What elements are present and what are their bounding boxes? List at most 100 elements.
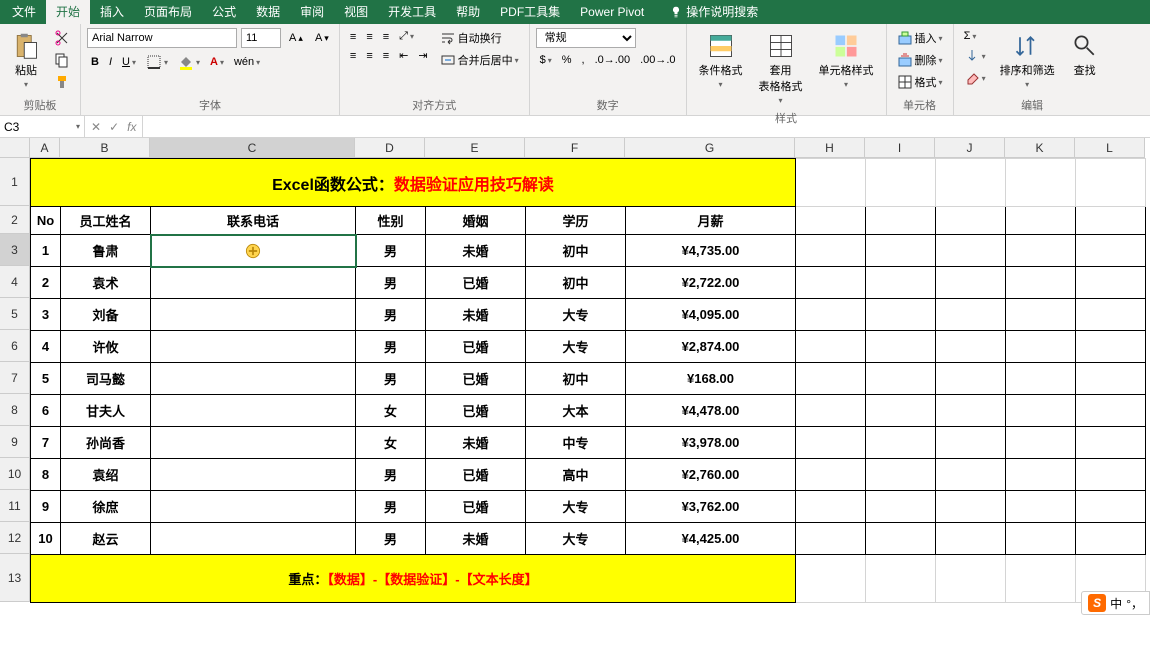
cell[interactable] bbox=[1076, 159, 1146, 207]
column-header-A[interactable]: A bbox=[30, 138, 60, 158]
cell-gender-1[interactable]: 男 bbox=[356, 267, 426, 299]
cell[interactable] bbox=[1076, 395, 1146, 427]
cell-no-8[interactable]: 9 bbox=[31, 491, 61, 523]
cell[interactable] bbox=[796, 491, 866, 523]
row-header-8[interactable]: 8 bbox=[0, 394, 30, 426]
column-header-L[interactable]: L bbox=[1075, 138, 1145, 158]
cell[interactable] bbox=[1076, 491, 1146, 523]
cell-salary-8[interactable]: ¥3,762.00 bbox=[626, 491, 796, 523]
menu-developer[interactable]: 开发工具 bbox=[378, 0, 446, 24]
percent-button[interactable]: % bbox=[558, 52, 576, 68]
menu-insert[interactable]: 插入 bbox=[90, 0, 134, 24]
cell[interactable] bbox=[796, 555, 866, 603]
cell[interactable] bbox=[866, 459, 936, 491]
orientation-button[interactable]: ⤢▾ bbox=[395, 28, 418, 45]
cell-edu-1[interactable]: 初中 bbox=[526, 267, 626, 299]
cell[interactable] bbox=[1006, 235, 1076, 267]
cell-marital-8[interactable]: 已婚 bbox=[426, 491, 526, 523]
cell-no-4[interactable]: 5 bbox=[31, 363, 61, 395]
cell[interactable] bbox=[866, 491, 936, 523]
cell[interactable] bbox=[1006, 523, 1076, 555]
cell[interactable] bbox=[936, 207, 1006, 235]
cell[interactable] bbox=[936, 491, 1006, 523]
cell[interactable] bbox=[936, 267, 1006, 299]
italic-button[interactable]: I bbox=[105, 54, 116, 70]
paste-button[interactable]: 粘贴 ▾ bbox=[6, 28, 46, 93]
column-header-I[interactable]: I bbox=[865, 138, 935, 158]
cell[interactable] bbox=[796, 331, 866, 363]
cell[interactable] bbox=[1076, 299, 1146, 331]
row-header-4[interactable]: 4 bbox=[0, 266, 30, 298]
cell-phone-0[interactable] bbox=[151, 235, 356, 267]
cell[interactable] bbox=[1006, 363, 1076, 395]
align-middle-button[interactable]: ≡ bbox=[362, 28, 376, 45]
cell-marital-3[interactable]: 已婚 bbox=[426, 331, 526, 363]
header-0[interactable]: No bbox=[31, 207, 61, 235]
cell[interactable] bbox=[1076, 459, 1146, 491]
ime-widget[interactable]: S 中 °， bbox=[1081, 591, 1150, 615]
menu-powerpivot[interactable]: Power Pivot bbox=[570, 0, 654, 24]
cell-edu-7[interactable]: 高中 bbox=[526, 459, 626, 491]
cell[interactable] bbox=[1006, 395, 1076, 427]
title-cell[interactable]: Excel函数公式：数据验证应用技巧解读 bbox=[31, 159, 796, 207]
border-button[interactable]: ▾ bbox=[142, 52, 172, 72]
cells-area[interactable]: Excel函数公式：数据验证应用技巧解读No员工姓名联系电话性别婚姻学历月薪1鲁… bbox=[30, 158, 1146, 655]
keynote-cell[interactable]: 重点：【数据】-【数据验证】-【文本长度】 bbox=[31, 555, 796, 603]
cell-phone-5[interactable] bbox=[151, 395, 356, 427]
cell-name-3[interactable]: 许攸 bbox=[61, 331, 151, 363]
cell-no-1[interactable]: 2 bbox=[31, 267, 61, 299]
cell-no-9[interactable]: 10 bbox=[31, 523, 61, 555]
cell[interactable] bbox=[796, 299, 866, 331]
name-box-input[interactable] bbox=[4, 120, 64, 134]
cell[interactable] bbox=[796, 363, 866, 395]
row-header-6[interactable]: 6 bbox=[0, 330, 30, 362]
cell[interactable] bbox=[1076, 331, 1146, 363]
cell-name-0[interactable]: 鲁肃 bbox=[61, 235, 151, 267]
cell[interactable] bbox=[936, 363, 1006, 395]
cell[interactable] bbox=[1076, 523, 1146, 555]
copy-button[interactable] bbox=[50, 50, 74, 70]
row-header-13[interactable]: 13 bbox=[0, 554, 30, 602]
menu-formulas[interactable]: 公式 bbox=[202, 0, 246, 24]
cell-salary-0[interactable]: ¥4,735.00 bbox=[626, 235, 796, 267]
cell-marital-1[interactable]: 已婚 bbox=[426, 267, 526, 299]
cell-phone-1[interactable] bbox=[151, 267, 356, 299]
cell[interactable] bbox=[936, 427, 1006, 459]
cell-salary-6[interactable]: ¥3,978.00 bbox=[626, 427, 796, 459]
menu-pdf[interactable]: PDF工具集 bbox=[490, 0, 570, 24]
fill-button[interactable]: ▾ bbox=[960, 46, 990, 66]
cell[interactable] bbox=[796, 207, 866, 235]
cell[interactable] bbox=[936, 459, 1006, 491]
header-5[interactable]: 学历 bbox=[526, 207, 626, 235]
cell-phone-3[interactable] bbox=[151, 331, 356, 363]
column-header-K[interactable]: K bbox=[1005, 138, 1075, 158]
row-header-5[interactable]: 5 bbox=[0, 298, 30, 330]
cell[interactable] bbox=[866, 267, 936, 299]
cell[interactable] bbox=[866, 427, 936, 459]
menu-home[interactable]: 开始 bbox=[46, 0, 90, 24]
column-header-G[interactable]: G bbox=[625, 138, 795, 158]
cell[interactable] bbox=[936, 523, 1006, 555]
cell-name-6[interactable]: 孙尚香 bbox=[61, 427, 151, 459]
cell[interactable] bbox=[936, 235, 1006, 267]
cell-phone-4[interactable] bbox=[151, 363, 356, 395]
cell-salary-9[interactable]: ¥4,425.00 bbox=[626, 523, 796, 555]
cell-edu-6[interactable]: 中专 bbox=[526, 427, 626, 459]
cell[interactable] bbox=[866, 395, 936, 427]
cell[interactable] bbox=[1006, 491, 1076, 523]
menu-help[interactable]: 帮助 bbox=[446, 0, 490, 24]
align-center-button[interactable]: ≡ bbox=[362, 47, 376, 64]
name-box[interactable]: ▾ bbox=[0, 116, 85, 137]
font-name-select[interactable] bbox=[87, 28, 237, 48]
header-3[interactable]: 性别 bbox=[356, 207, 426, 235]
cell-edu-3[interactable]: 大专 bbox=[526, 331, 626, 363]
sort-filter-button[interactable]: 排序和筛选▾ bbox=[994, 28, 1061, 93]
wrap-text-button[interactable]: 自动换行 bbox=[436, 28, 523, 48]
cell[interactable] bbox=[1006, 207, 1076, 235]
menu-data[interactable]: 数据 bbox=[246, 0, 290, 24]
cut-button[interactable] bbox=[50, 28, 74, 48]
align-top-button[interactable]: ≡ bbox=[346, 28, 360, 45]
cell-salary-5[interactable]: ¥4,478.00 bbox=[626, 395, 796, 427]
row-header-9[interactable]: 9 bbox=[0, 426, 30, 458]
header-4[interactable]: 婚姻 bbox=[426, 207, 526, 235]
